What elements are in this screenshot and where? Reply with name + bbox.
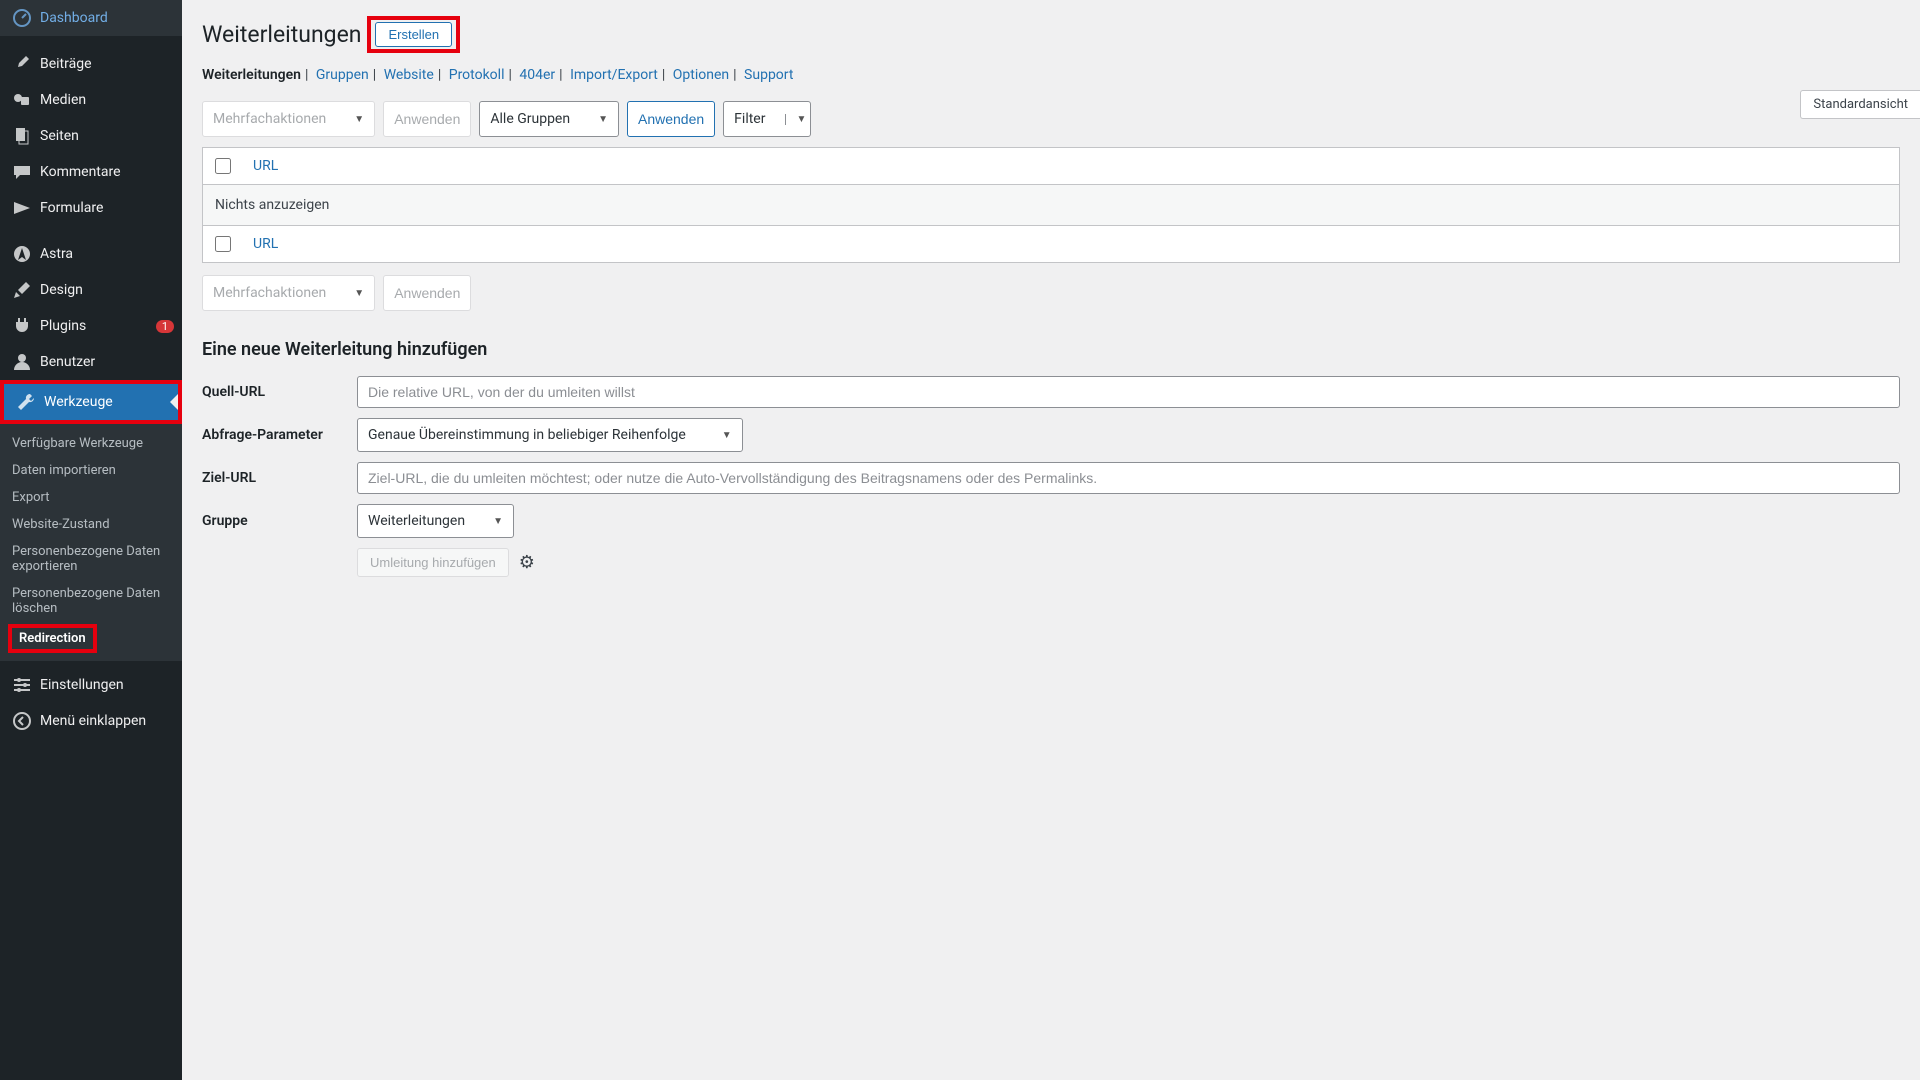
add-redirect-form: Quell-URL Abfrage-Parameter Genaue Übere… <box>202 376 1900 577</box>
sidebar-item-label: Plugins <box>40 318 150 334</box>
submenu-site-health[interactable]: Website-Zustand <box>0 511 182 538</box>
sidebar-item-dashboard[interactable]: Dashboard <box>0 0 182 36</box>
table-col-url-foot[interactable]: URL <box>253 236 278 252</box>
subnav: Weiterleitungen| Gruppen| Website| Proto… <box>202 67 1900 83</box>
group-label: Gruppe <box>202 513 357 529</box>
forms-icon <box>12 198 32 218</box>
sidebar-item-label: Astra <box>40 246 174 262</box>
submenu-available-tools[interactable]: Verfügbare Werkzeuge <box>0 430 182 457</box>
comments-icon <box>12 162 32 182</box>
add-redirect-button[interactable]: Umleitung hinzufügen <box>357 548 509 577</box>
add-redirect-title: Eine neue Weiterleitung hinzufügen <box>202 339 1900 360</box>
source-url-input[interactable] <box>357 376 1900 408</box>
subnav-options[interactable]: Optionen <box>673 67 729 83</box>
apply-filter-button[interactable]: Anwenden <box>627 101 715 137</box>
submenu-tools: Verfügbare Werkzeuge Daten importieren E… <box>0 424 182 661</box>
apply-bulk-button[interactable]: Anwenden <box>383 101 471 137</box>
subnav-importexport[interactable]: Import/Export <box>570 67 658 83</box>
dashboard-icon <box>12 8 32 28</box>
group-select[interactable]: Weiterleitungen▼ <box>357 504 514 538</box>
chevron-down-icon: ▼ <box>785 114 806 125</box>
pin-icon <box>12 54 32 74</box>
page-title: Weiterleitungen <box>202 21 361 48</box>
sidebar-item-label: Dashboard <box>40 10 174 26</box>
submenu-import[interactable]: Daten importieren <box>0 457 182 484</box>
subnav-groups[interactable]: Gruppen <box>316 67 369 83</box>
groups-select[interactable]: Alle Gruppen▼ <box>479 101 619 137</box>
content-area: Weiterleitungen Erstellen Weiterleitunge… <box>182 0 1920 1080</box>
plugin-icon <box>12 316 32 336</box>
sidebar-item-label: Beiträge <box>40 56 174 72</box>
sidebar-item-label: Medien <box>40 92 174 108</box>
user-icon <box>12 352 32 372</box>
astra-icon <box>12 244 32 264</box>
subnav-support[interactable]: Support <box>744 67 793 83</box>
submenu-redirection[interactable]: Redirection <box>15 629 90 648</box>
sidebar-item-label: Kommentare <box>40 164 174 180</box>
subnav-404[interactable]: 404er <box>519 67 555 83</box>
query-param-label: Abfrage-Parameter <box>202 427 357 443</box>
table-col-url[interactable]: URL <box>253 158 278 174</box>
sidebar-item-label: Design <box>40 282 174 298</box>
wrench-icon <box>16 392 36 412</box>
sidebar-item-design[interactable]: Design <box>0 272 182 308</box>
sidebar-item-media[interactable]: Medien <box>0 82 182 118</box>
sidebar-item-label: Seiten <box>40 128 174 144</box>
sidebar-item-astra[interactable]: Astra <box>0 236 182 272</box>
bulk-actions-select-bottom[interactable]: Mehrfachaktionen▼ <box>202 275 375 311</box>
submenu-erase-personal[interactable]: Personenbezogene Daten löschen <box>0 580 182 622</box>
sidebar-item-comments[interactable]: Kommentare <box>0 154 182 190</box>
select-all-checkbox-foot[interactable] <box>215 236 231 252</box>
query-param-select[interactable]: Genaue Übereinstimmung in beliebiger Rei… <box>357 418 743 452</box>
sidebar-item-tools[interactable]: Werkzeuge <box>4 384 178 420</box>
chevron-down-icon: ▼ <box>722 430 732 441</box>
select-all-checkbox[interactable] <box>215 158 231 174</box>
view-toggle[interactable]: Standardansicht <box>1800 90 1920 119</box>
chevron-down-icon: ▼ <box>354 288 364 299</box>
media-icon <box>12 90 32 110</box>
sidebar-item-pages[interactable]: Seiten <box>0 118 182 154</box>
brush-icon <box>12 280 32 300</box>
sidebar-item-posts[interactable]: Beiträge <box>0 46 182 82</box>
sidebar-item-label: Formulare <box>40 200 174 216</box>
update-badge: 1 <box>156 320 174 333</box>
target-url-input[interactable] <box>357 462 1900 494</box>
create-button[interactable]: Erstellen <box>375 22 452 47</box>
chevron-down-icon: ▼ <box>354 114 364 125</box>
submenu-export-personal[interactable]: Personenbezogene Daten exportieren <box>0 538 182 580</box>
bulk-actions-select[interactable]: Mehrfachaktionen▼ <box>202 101 375 137</box>
redirects-table: URL Nichts anzuzeigen URL <box>202 147 1900 263</box>
subnav-log[interactable]: Protokoll <box>449 67 505 83</box>
chevron-down-icon: ▼ <box>598 114 608 125</box>
sidebar-item-label: Werkzeuge <box>44 394 170 410</box>
collapse-icon <box>12 711 32 731</box>
sidebar-item-users[interactable]: Benutzer <box>0 344 182 380</box>
apply-bulk-button-bottom[interactable]: Anwenden <box>383 275 471 311</box>
filter-select[interactable]: Filter▼ <box>723 101 811 137</box>
sidebar-item-plugins[interactable]: Plugins 1 <box>0 308 182 344</box>
subnav-site[interactable]: Website <box>384 67 434 83</box>
chevron-down-icon: ▼ <box>493 516 503 527</box>
admin-sidebar: Dashboard Beiträge Medien Seiten Komment… <box>0 0 182 1080</box>
gear-icon[interactable]: ⚙ <box>519 552 535 573</box>
sidebar-item-forms[interactable]: Formulare <box>0 190 182 226</box>
sidebar-item-label: Benutzer <box>40 354 174 370</box>
sidebar-item-settings[interactable]: Einstellungen <box>0 667 182 703</box>
target-url-label: Ziel-URL <box>202 470 357 486</box>
submenu-export[interactable]: Export <box>0 484 182 511</box>
sidebar-item-label: Einstellungen <box>40 677 174 693</box>
pages-icon <box>12 126 32 146</box>
source-url-label: Quell-URL <box>202 384 357 400</box>
subnav-redirects[interactable]: Weiterleitungen <box>202 67 301 83</box>
table-empty-message: Nichts anzuzeigen <box>203 185 1899 225</box>
settings-icon <box>12 675 32 695</box>
sidebar-item-collapse[interactable]: Menü einklappen <box>0 703 182 739</box>
sidebar-item-label: Menü einklappen <box>40 713 174 729</box>
